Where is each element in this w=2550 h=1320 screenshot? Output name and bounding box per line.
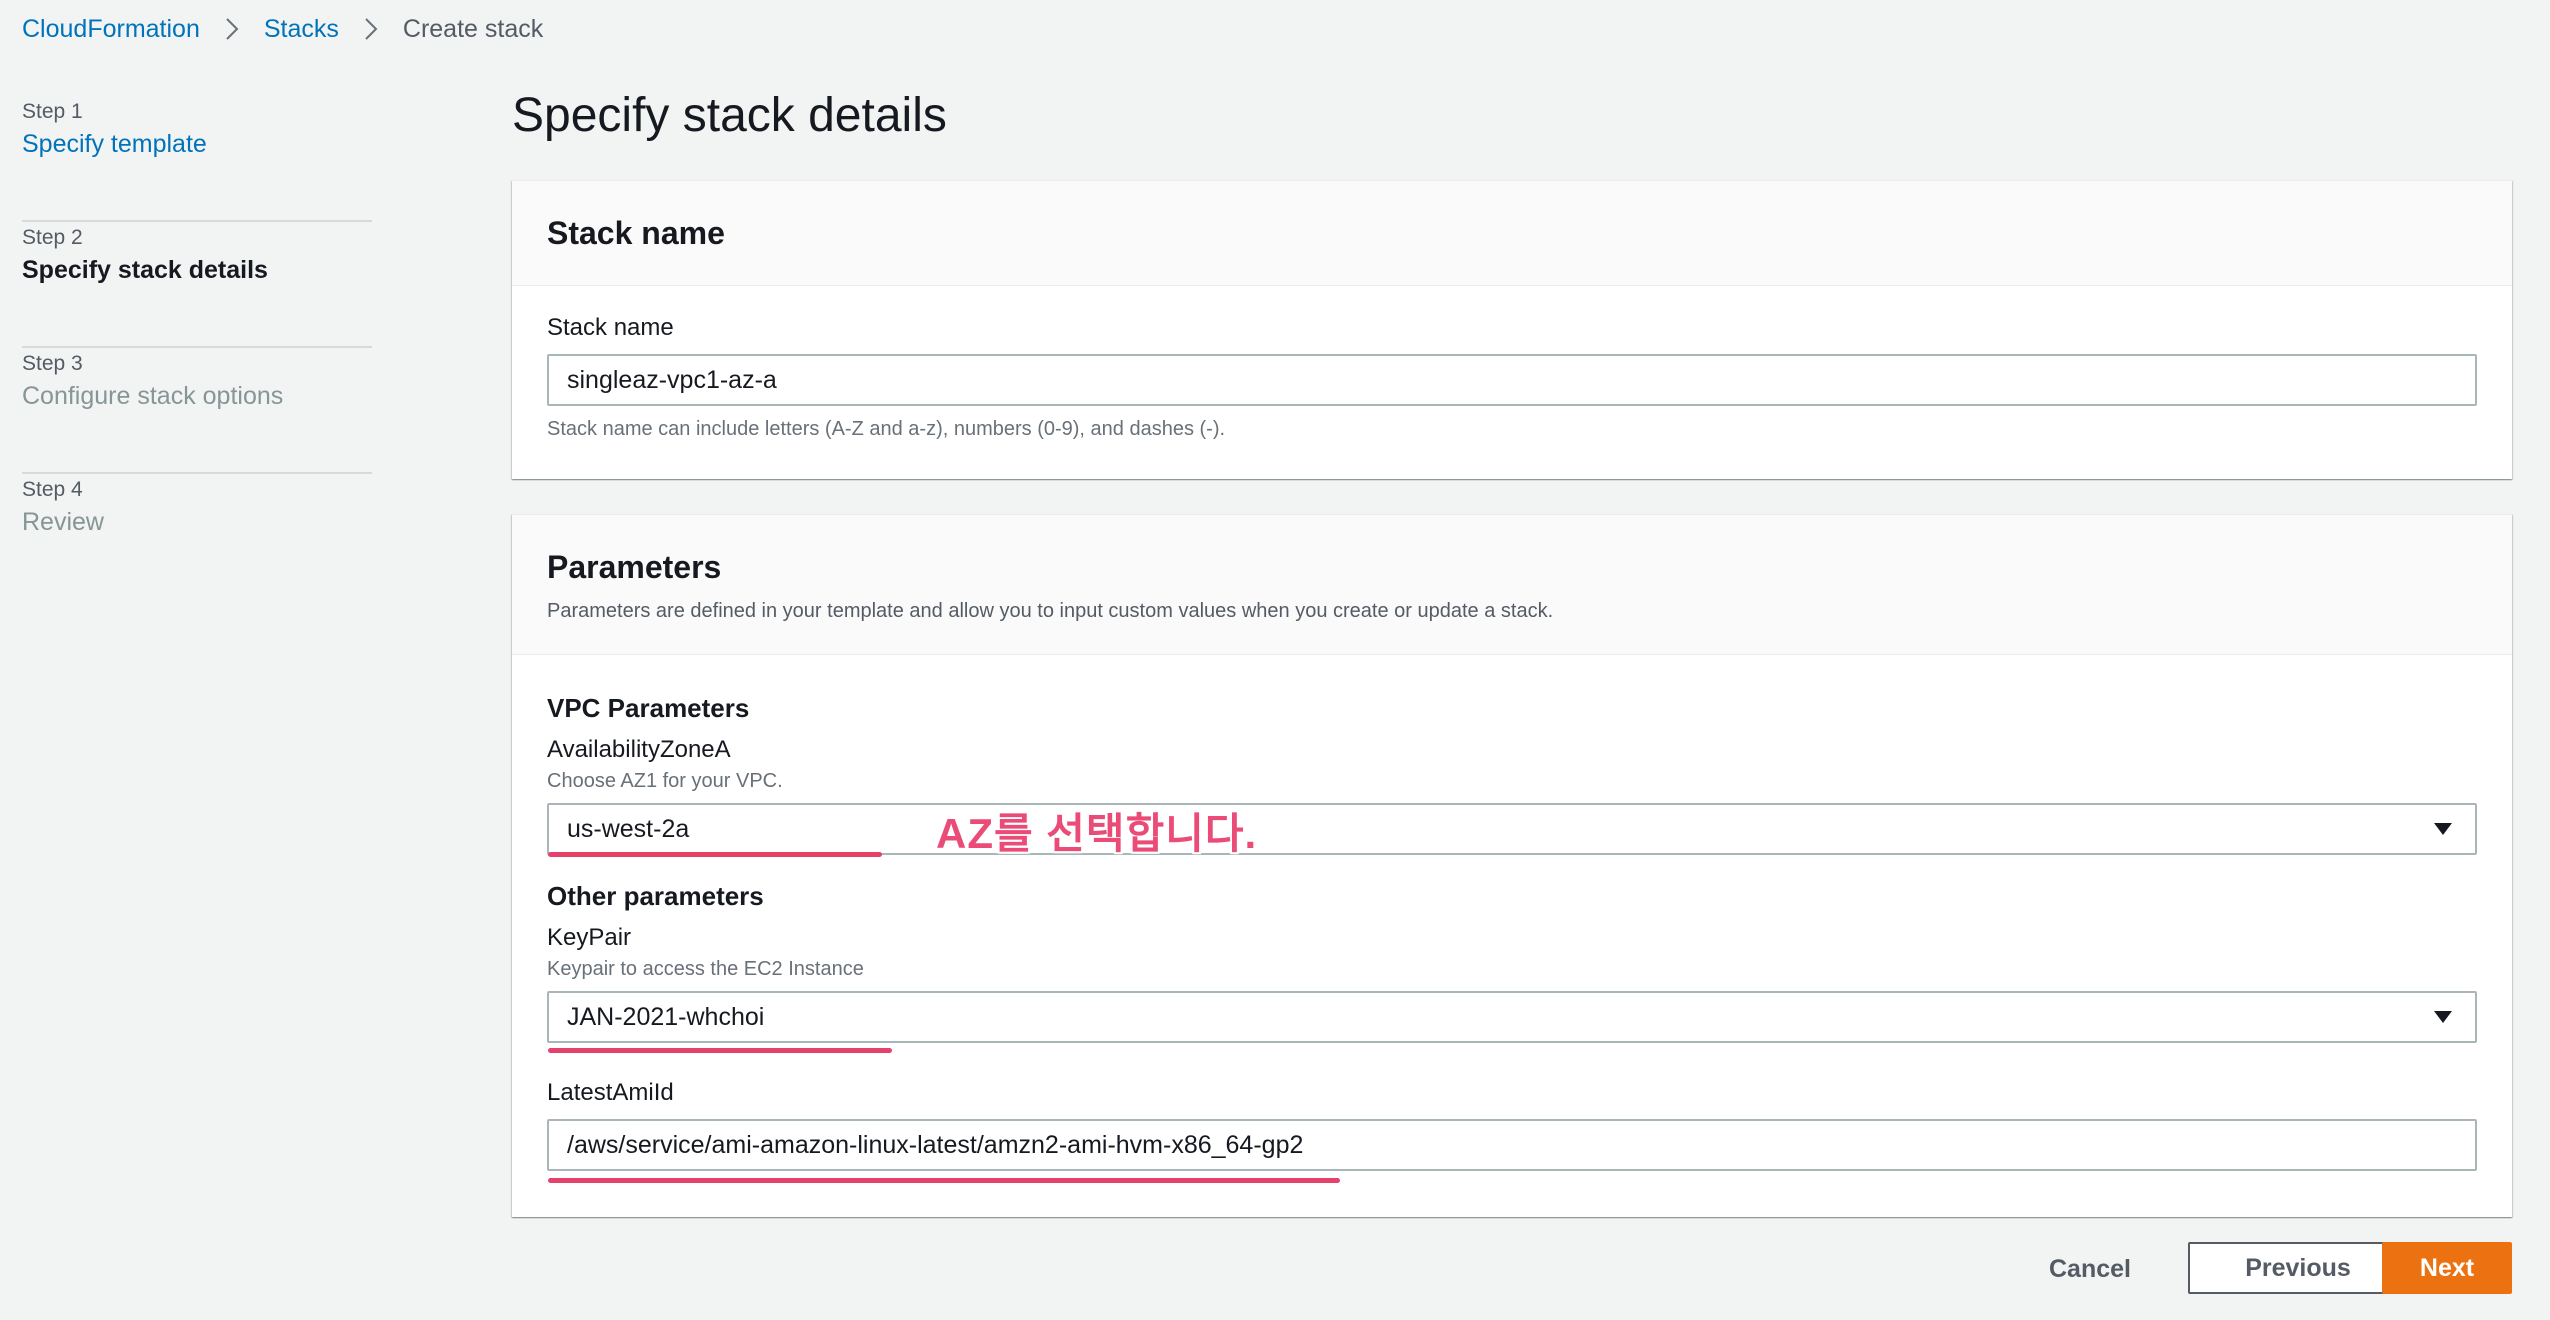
breadcrumb-cloudformation[interactable]: CloudFormation [22,15,200,44]
breadcrumb-stacks[interactable]: Stacks [264,15,339,44]
highlight-underline [548,1178,1340,1183]
next-button[interactable]: Next [2382,1242,2512,1294]
ami-label: LatestAmiId [547,1079,674,1106]
step-number: Step 4 [22,478,83,501]
step-title-current: Specify stack details [22,256,268,284]
panel-header: Parameters Parameters are defined in you… [512,515,2512,655]
az-description: Choose AZ1 for your VPC. [547,770,783,792]
panel-title: Stack name [547,215,725,251]
ami-input[interactable]: /aws/service/ami-amazon-linux-latest/amz… [547,1119,2477,1171]
step-title-disabled: Configure stack options [22,382,284,410]
previous-button[interactable]: Previous [2188,1242,2408,1294]
highlight-underline [548,1048,892,1053]
panel-body: VPC Parameters AvailabilityZoneA Choose … [512,693,2512,1171]
chevron-right-icon [363,14,379,44]
highlight-underline [548,852,882,857]
step-1: Step 1 Specify template [22,96,372,222]
step-number: Step 1 [22,100,83,123]
ami-input-value: /aws/service/ami-amazon-linux-latest/amz… [567,1130,1304,1159]
step-3: Step 3 Configure stack options [22,348,372,474]
wizard-steps: Step 1 Specify template Step 2 Specify s… [22,96,372,600]
az-label: AvailabilityZoneA [547,736,731,763]
stack-name-input[interactable]: singleaz-vpc1-az-a [547,354,2477,406]
keypair-select-value: JAN-2021-whchoi [567,1002,765,1031]
breadcrumb-current: Create stack [402,14,544,43]
stack-name-label: Stack name [547,314,674,341]
vpc-parameters-heading: VPC Parameters [547,693,750,723]
caret-down-icon [2434,823,2452,835]
annotation-text: AZ를 선택합니다. [936,810,1258,857]
stack-name-panel: Stack name Stack name singleaz-vpc1-az-a… [512,180,2512,479]
step-number: Step 3 [22,352,83,375]
panel-title: Parameters [547,549,722,585]
other-parameters-heading: Other parameters [547,881,764,911]
step-2: Step 2 Specify stack details [22,222,372,348]
caret-down-icon [2434,1011,2452,1023]
az-select-value: us-west-2a [567,814,690,843]
az-select[interactable]: us-west-2a [547,803,2477,855]
step-number: Step 2 [22,226,83,249]
parameters-panel: Parameters Parameters are defined in you… [512,514,2512,1217]
panel-body: Stack name singleaz-vpc1-az-a Stack name… [512,314,2512,441]
panel-header: Stack name [512,181,2512,286]
cancel-button[interactable]: Cancel [2040,1243,2140,1295]
stack-name-value: singleaz-vpc1-az-a [567,365,777,394]
stack-name-help: Stack name can include letters (A-Z and … [547,418,1226,440]
breadcrumb: CloudFormation Stacks Create stack [22,14,543,44]
keypair-description: Keypair to access the EC2 Instance [547,958,864,980]
chevron-right-icon [224,14,240,44]
step-link-specify-template[interactable]: Specify template [22,130,372,159]
panel-description: Parameters are defined in your template … [547,600,1554,622]
keypair-label: KeyPair [547,924,632,951]
step-title-disabled: Review [22,508,104,536]
keypair-select[interactable]: JAN-2021-whchoi [547,991,2477,1043]
step-4: Step 4 Review [22,474,372,600]
page-title: Specify stack details [512,89,947,142]
